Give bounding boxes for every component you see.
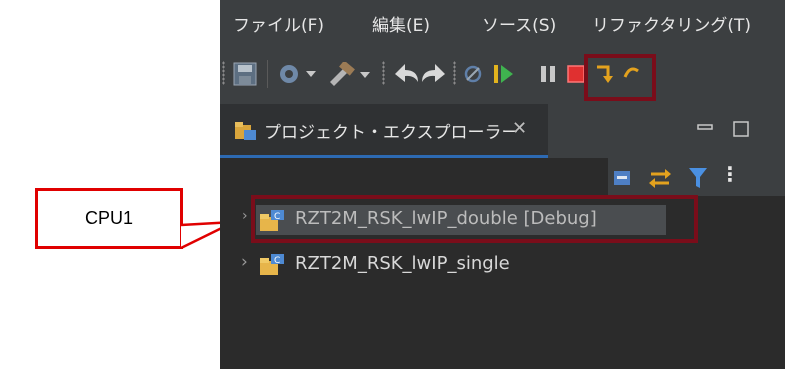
tab-project-explorer[interactable]: プロジェクト・エクスプローラー ✕: [220, 104, 548, 158]
tab-close-icon[interactable]: ✕: [512, 118, 527, 139]
menu-refactor[interactable]: リファクタリング(T): [592, 11, 751, 36]
link-with-editor-icon[interactable]: [648, 166, 672, 190]
menu-bar: ファイル(F) 編集(E) ソース(S) リファクタリング(T): [220, 0, 785, 44]
tab-title: プロジェクト・エクスプローラー: [264, 123, 519, 143]
suspend-icon[interactable]: [538, 64, 558, 84]
cpu1-callout: CPU1: [35, 188, 183, 249]
project-explorer-icon: [235, 122, 256, 140]
maximize-icon[interactable]: [732, 120, 750, 138]
svg-text:C: C: [274, 256, 280, 266]
menu-file[interactable]: ファイル(F): [233, 11, 324, 36]
minimize-icon[interactable]: [696, 120, 714, 134]
toolbar-separator: [267, 60, 268, 88]
project-tree: ⋮ › C RZT2M_RSK_lwIP_double [Debug] › C: [220, 158, 785, 369]
callout-label: CPU1: [84, 208, 133, 228]
collapse-all-icon[interactable]: [612, 168, 632, 188]
filter-icon[interactable]: [688, 166, 708, 190]
resume-icon[interactable]: [492, 62, 514, 86]
toolbar-grip: [453, 61, 456, 85]
back-icon[interactable]: [392, 60, 420, 86]
menu-edit[interactable]: 編集(E): [372, 11, 430, 36]
project-folder-icon: C: [260, 254, 284, 275]
terminate-icon[interactable]: [566, 64, 586, 84]
view-menu-icon[interactable]: ⋮: [720, 162, 740, 186]
build-config-icon[interactable]: [278, 62, 318, 86]
toolbar: [220, 44, 785, 104]
ide-window: ファイル(F) 編集(E) ソース(S) リファクタリング(T) プロジェクト・…: [220, 0, 785, 369]
view-toolbar: ⋮: [608, 158, 785, 196]
panel-header: プロジェクト・エクスプローラー ✕: [220, 104, 785, 158]
skip-breakpoints-icon[interactable]: [463, 64, 483, 84]
resume-highlight: [584, 54, 656, 101]
tree-expand-icon[interactable]: ›: [241, 252, 248, 272]
save-icon[interactable]: [233, 62, 257, 86]
project-name: RZT2M_RSK_lwIP_single: [295, 253, 510, 274]
hammer-build-icon[interactable]: [326, 62, 376, 88]
menu-source[interactable]: ソース(S): [482, 11, 556, 36]
forward-icon[interactable]: [420, 60, 448, 86]
toolbar-grip: [382, 61, 385, 85]
tree-row[interactable]: › C RZT2M_RSK_lwIP_single: [220, 248, 700, 282]
project-highlight: [251, 195, 698, 243]
tree-expand-icon[interactable]: ›: [242, 208, 248, 224]
toolbar-grip: [222, 61, 225, 85]
